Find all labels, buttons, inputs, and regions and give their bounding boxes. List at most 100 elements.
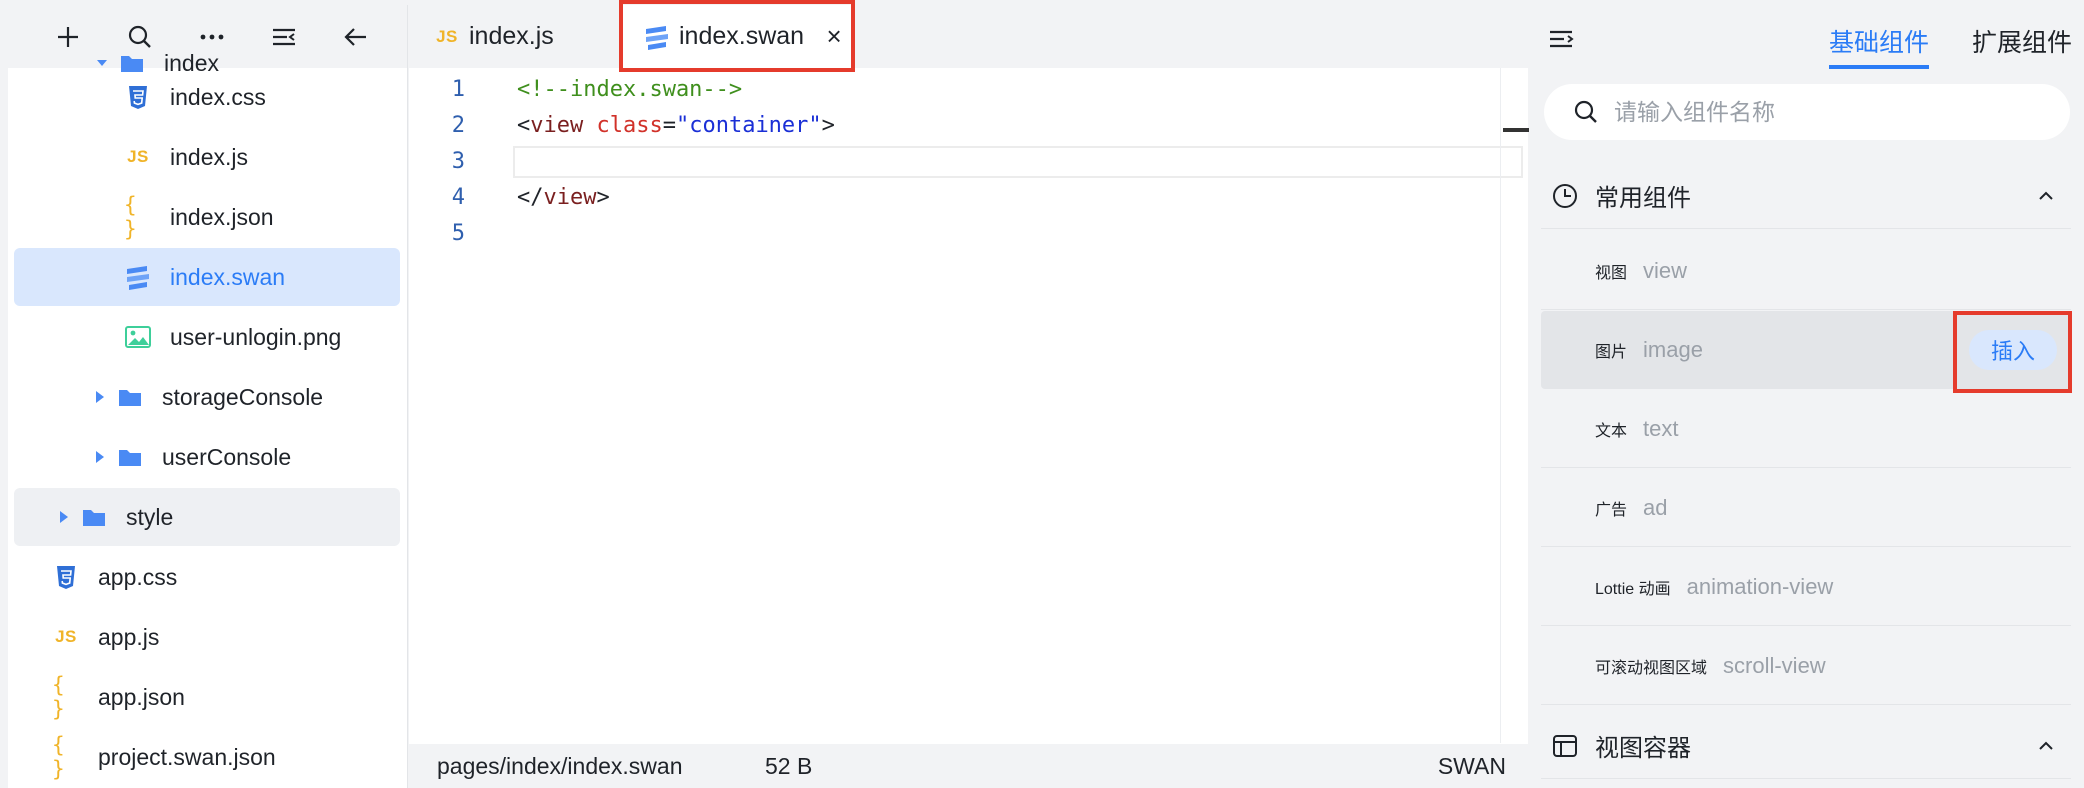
scrollbar-marker (1503, 128, 1529, 132)
component-item-scroll-view[interactable]: 可滚动视图区域 scroll-view (1541, 627, 2071, 705)
status-bar: pages/index/index.swan 52 B SWAN (409, 744, 1528, 788)
component-label: 文本 text (1595, 416, 1678, 442)
code-comment: <!--index.swan--> (517, 76, 743, 102)
file-explorer: index index.css JS index.js { } index.js… (8, 5, 408, 788)
code-line: 1 <!--index.swan--> (409, 71, 1528, 107)
image-file-icon (124, 323, 152, 351)
tree-item-style[interactable]: style (14, 488, 400, 546)
component-tag: image (1643, 336, 1703, 362)
code-string: "container" (675, 112, 822, 138)
caret-right-icon[interactable] (92, 449, 108, 465)
component-name: 广告 (1595, 501, 1628, 519)
tree-item-label: index.swan (170, 263, 286, 290)
tree-item-project-swan-json[interactable]: { } project.swan.json (14, 728, 400, 786)
code-line: 4 </view> (409, 179, 1528, 215)
code-punctuation: = (662, 112, 676, 138)
line-number: 1 (451, 76, 465, 102)
section-view-containers[interactable]: 视图容器 (1541, 713, 2071, 779)
component-tag: scroll-view (1723, 652, 1826, 678)
tree-item-app-css[interactable]: app.css (14, 548, 400, 606)
tree-item-label: userConsole (162, 443, 292, 470)
component-item-view[interactable]: 视图 view (1541, 232, 2071, 310)
panel-header: 基础组件 扩展组件 (1529, 5, 2084, 69)
chevron-up-icon[interactable] (2037, 737, 2055, 755)
tree-item-index-json[interactable]: { } index.json (14, 188, 400, 246)
tab-extended-components[interactable]: 扩展组件 (1972, 23, 2072, 59)
component-label: Lottie 动画 animation-view (1595, 574, 1833, 600)
section-common-components[interactable]: 常用组件 (1541, 163, 2071, 229)
caret-right-icon[interactable] (56, 509, 72, 525)
component-tag: view (1643, 257, 1688, 283)
component-label: 广告 ad (1595, 495, 1668, 521)
css-file-icon (52, 563, 80, 591)
code-line: 5 (409, 215, 1528, 251)
component-label: 图片 image (1595, 337, 1703, 363)
folder-icon (116, 383, 144, 411)
code-tag: view (530, 112, 584, 138)
tree-item-index-swan[interactable]: index.swan (14, 248, 400, 306)
tree-item-userconsole[interactable]: userConsole (14, 428, 400, 486)
chevron-up-icon[interactable] (2037, 187, 2055, 205)
code-punctuation: </ (517, 184, 544, 210)
section-title: 常用组件 (1595, 185, 1691, 212)
tree-item-label: project.swan.json (98, 743, 276, 770)
component-item-ad[interactable]: 广告 ad (1541, 469, 2071, 547)
search-input[interactable] (1614, 84, 2054, 140)
clock-icon (1553, 184, 1577, 208)
line-number: 5 (451, 220, 465, 246)
code-line: 2 <view class="container"> (409, 107, 1528, 143)
js-file-icon: JS (127, 147, 149, 166)
code-punctuation: > (821, 112, 835, 138)
swan-file-icon (124, 263, 152, 291)
search-icon (1574, 100, 1597, 123)
close-icon[interactable]: × (824, 21, 844, 52)
tree-item-label: index.js (170, 143, 248, 170)
section-title: 视图容器 (1595, 735, 1691, 762)
css-file-icon (124, 83, 152, 111)
tree-item-index-js[interactable]: JS index.js (14, 128, 400, 186)
vertical-scrollbar[interactable] (1500, 68, 1529, 743)
js-file-icon: JS (436, 26, 458, 46)
tab-index-js[interactable]: JS index.js (409, 5, 617, 68)
component-name: 可滚动视图区域 (1595, 659, 1708, 677)
menu-icon[interactable] (1547, 25, 1575, 53)
tree-item-app-json[interactable]: { } app.json (14, 668, 400, 726)
tab-basic-components[interactable]: 基础组件 (1829, 23, 1930, 69)
code-line: 3 (409, 143, 1528, 179)
code-text: <view class="container"> (517, 113, 835, 138)
code-text: </view> (517, 185, 610, 210)
tree-item-label: index.css (170, 83, 266, 110)
component-label: 视图 view (1595, 258, 1687, 284)
insert-button[interactable]: 插入 (1969, 330, 2057, 370)
json-file-icon: { } (124, 193, 137, 241)
component-item-text[interactable]: 文本 text (1541, 390, 2071, 468)
layout-icon (1553, 735, 1577, 757)
tree-item-user-unlogin-png[interactable]: user-unlogin.png (14, 308, 400, 366)
folder-icon (80, 503, 108, 531)
code-area[interactable]: 1 <!--index.swan--> 2 <view class="conta… (409, 68, 1528, 743)
line-number: 2 (451, 112, 465, 138)
code-editor: JS index.js index.swan × 1 <!--index.swa… (409, 0, 1529, 788)
json-file-icon: { } (52, 733, 65, 781)
tree-item-storageconsole[interactable]: storageConsole (14, 368, 400, 426)
component-tag: ad (1643, 494, 1668, 520)
line-number: 4 (451, 184, 465, 210)
component-tag: text (1643, 415, 1679, 441)
component-tag: animation-view (1686, 573, 1834, 599)
caret-right-icon[interactable] (92, 389, 108, 405)
component-panel: 基础组件 扩展组件 常用组件 视图view 图片image 插入 文本text … (1529, 5, 2084, 788)
tab-index-swan[interactable]: index.swan × (623, 5, 851, 68)
status-language[interactable]: SWAN (1438, 753, 1506, 780)
swan-file-icon (643, 23, 671, 51)
tree-item-label: style (126, 503, 174, 530)
component-item-image[interactable]: 图片 image 插入 (1541, 311, 2071, 389)
tree-item-index-css[interactable]: index.css (14, 68, 400, 126)
status-file-path: pages/index/index.swan (437, 752, 683, 779)
json-file-icon: { } (52, 673, 65, 721)
component-item-animation-view[interactable]: Lottie 动画 animation-view (1541, 548, 2071, 626)
tab-label: index.js (469, 22, 554, 50)
tree-item-app-js[interactable]: JS app.js (14, 608, 400, 666)
ide-window: index index.css JS index.js { } index.js… (0, 0, 2084, 788)
tree-item-label: app.css (98, 563, 178, 590)
tree-item-label: user-unlogin.png (170, 323, 342, 350)
